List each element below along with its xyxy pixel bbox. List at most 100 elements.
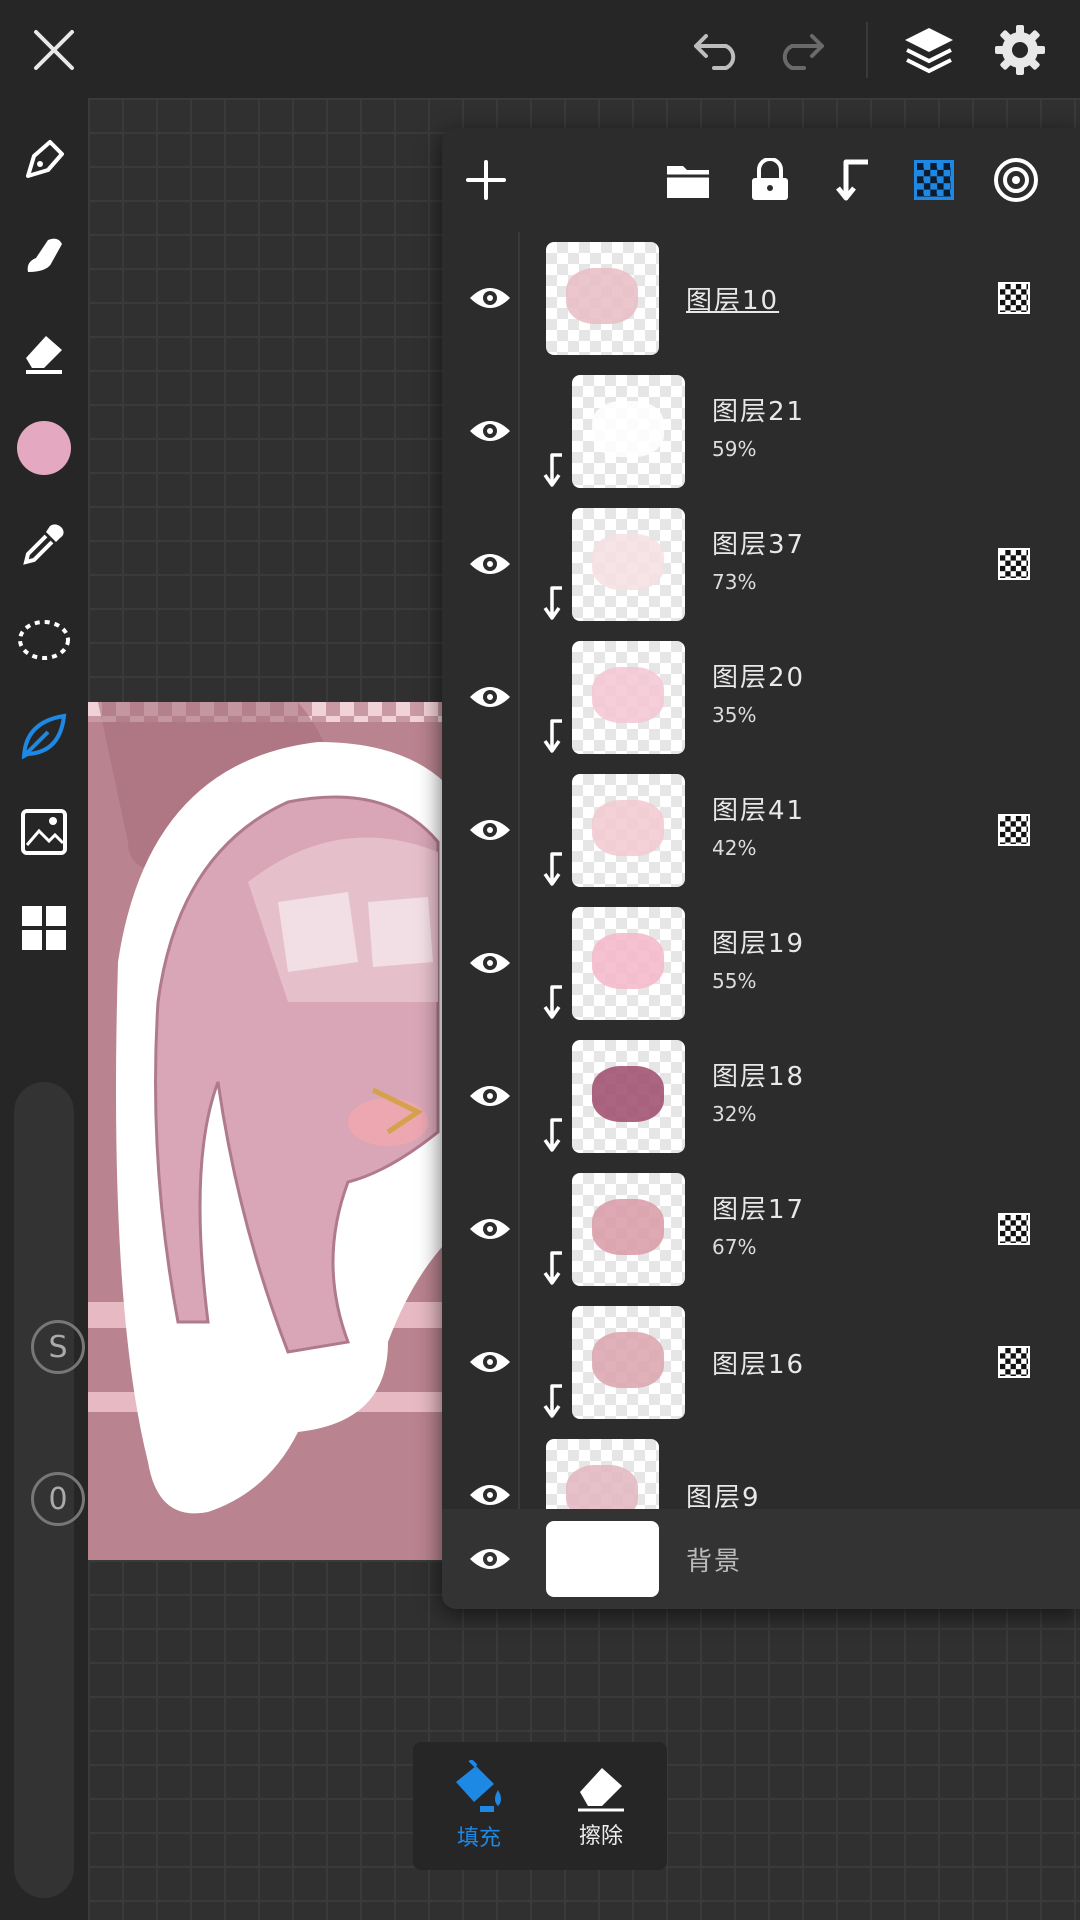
background-thumbnail	[546, 1521, 659, 1597]
leaf-brush-icon[interactable]	[12, 704, 76, 768]
pen-icon[interactable]	[12, 128, 76, 192]
add-layer-icon[interactable]	[454, 148, 518, 212]
layer-row[interactable]: 图层20 35%	[442, 631, 1080, 766]
target-icon[interactable]	[984, 148, 1048, 212]
layer-opacity: 59%	[712, 437, 757, 461]
layer-name: 图层18	[712, 1062, 806, 1092]
opacity-slider[interactable]: 0	[14, 1448, 85, 1898]
layer-thumbnail	[572, 641, 685, 754]
layer-row[interactable]: 图层16	[442, 1296, 1080, 1431]
eye-icon[interactable]	[458, 399, 522, 463]
background-layer-label: 背景	[686, 1547, 743, 1577]
layer-thumbnail	[572, 907, 685, 1020]
clip-arrow-icon	[542, 1118, 568, 1154]
smudge-icon[interactable]	[12, 224, 76, 288]
bottom-tool-panel: 填充 擦除	[413, 1742, 667, 1870]
lasso-icon[interactable]	[12, 608, 76, 672]
blend-mode-icon[interactable]	[998, 1213, 1030, 1245]
layer-opacity: 42%	[712, 836, 757, 860]
layer-opacity: 32%	[712, 1102, 757, 1126]
background-layer-row[interactable]: 背景	[442, 1509, 1080, 1609]
layer-name: 图层10	[686, 286, 780, 316]
layer-opacity: 55%	[712, 969, 757, 993]
layer-thumbnail	[572, 1173, 685, 1286]
layer-opacity: 73%	[712, 570, 757, 594]
opacity-knob[interactable]: 0	[31, 1472, 85, 1526]
layers-icon[interactable]	[897, 18, 961, 82]
row-divider	[518, 232, 520, 365]
color-swatch[interactable]	[12, 416, 76, 480]
gear-icon[interactable]	[988, 18, 1052, 82]
blend-mode-icon[interactable]	[998, 814, 1030, 846]
lock-icon[interactable]	[738, 148, 802, 212]
eye-icon[interactable]	[458, 931, 522, 995]
blend-mode-icon[interactable]	[998, 548, 1030, 580]
layer-row[interactable]: 图层17 67%	[442, 1163, 1080, 1298]
row-divider	[518, 498, 520, 631]
layer-row[interactable]: 图层10	[442, 232, 1080, 367]
layer-row[interactable]: 图层19 55%	[442, 897, 1080, 1032]
row-divider	[518, 1296, 520, 1429]
close-icon[interactable]	[22, 18, 86, 82]
eye-icon[interactable]	[458, 532, 522, 596]
brush-size-knob[interactable]: S	[31, 1320, 85, 1374]
layer-row[interactable]: 图层21 59%	[442, 365, 1080, 500]
clip-arrow-icon	[542, 1384, 568, 1420]
eye-icon[interactable]	[458, 665, 522, 729]
layer-row[interactable]: 图层37 73%	[442, 498, 1080, 633]
folder-icon[interactable]	[656, 148, 720, 212]
eye-icon[interactable]	[458, 1064, 522, 1128]
layer-thumbnail	[572, 1040, 685, 1153]
eye-icon[interactable]	[458, 266, 522, 330]
layer-name: 图层20	[712, 663, 806, 693]
clip-icon[interactable]	[820, 148, 884, 212]
eye-icon[interactable]	[458, 1330, 522, 1394]
layer-opacity: 67%	[712, 1235, 757, 1259]
clip-arrow-icon	[542, 1251, 568, 1287]
layer-name: 图层37	[712, 530, 806, 560]
layer-name: 图层16	[712, 1350, 806, 1380]
layer-name: 图层21	[712, 397, 806, 427]
layer-name: 图层19	[712, 929, 806, 959]
eyedropper-icon[interactable]	[12, 512, 76, 576]
eye-icon[interactable]	[458, 1527, 522, 1591]
layer-thumbnail	[572, 508, 685, 621]
clip-arrow-icon	[542, 719, 568, 755]
eye-icon[interactable]	[458, 798, 522, 862]
layers-panel: 图层10 图层21 59% 图层37 73% 图层20 35% 图层41 42% 图层19 55% 图…	[442, 128, 1080, 1608]
eye-icon[interactable]	[458, 1197, 522, 1261]
top-bar	[0, 0, 1080, 98]
layer-name: 图层17	[712, 1195, 806, 1225]
clip-arrow-icon	[542, 852, 568, 888]
layer-name: 图层41	[712, 796, 806, 826]
blend-mode-icon[interactable]	[998, 282, 1030, 314]
clip-arrow-icon	[542, 453, 568, 489]
row-divider	[518, 631, 520, 764]
alpha-lock-icon[interactable]	[902, 148, 966, 212]
erase-label: 擦除	[578, 1824, 623, 1849]
row-divider	[518, 1163, 520, 1296]
clip-arrow-icon	[542, 985, 568, 1021]
layer-thumbnail	[572, 375, 685, 488]
layer-thumbnail	[572, 1306, 685, 1419]
erase-button[interactable]: 擦除	[541, 1742, 661, 1870]
layers-toolbar	[442, 128, 1080, 234]
row-divider	[518, 897, 520, 1030]
image-import-icon[interactable]	[12, 800, 76, 864]
redo-icon[interactable]	[768, 18, 832, 82]
eraser-icon[interactable]	[12, 320, 76, 384]
layer-row[interactable]: 图层18 32%	[442, 1030, 1080, 1165]
grid-icon[interactable]	[12, 896, 76, 960]
layer-opacity: 35%	[712, 703, 757, 727]
row-divider	[518, 365, 520, 498]
topbar-divider	[866, 22, 868, 78]
undo-icon[interactable]	[686, 18, 750, 82]
blend-mode-icon[interactable]	[998, 1346, 1030, 1378]
row-divider	[518, 764, 520, 897]
fill-button[interactable]: 填充	[419, 1742, 539, 1870]
layer-row[interactable]: 图层41 42%	[442, 764, 1080, 899]
layer-thumbnail	[572, 774, 685, 887]
row-divider	[518, 1030, 520, 1163]
tool-sidebar: S 0	[0, 98, 88, 1920]
clip-arrow-icon	[542, 586, 568, 622]
